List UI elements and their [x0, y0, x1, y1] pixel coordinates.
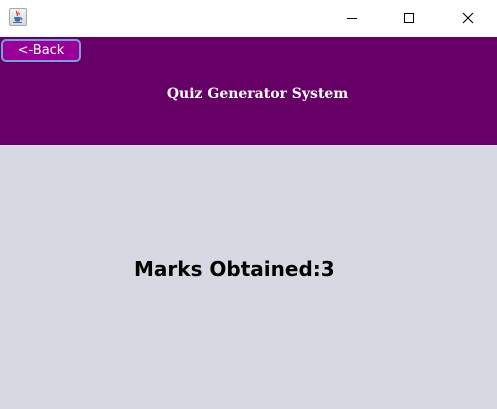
page-title: Quiz Generator System: [166, 86, 349, 102]
java-cup-icon[interactable]: [9, 8, 27, 26]
marks-value: 3: [320, 257, 335, 281]
close-icon: [462, 12, 474, 24]
maximize-button[interactable]: [386, 0, 432, 36]
marks-label: Marks Obtained:: [134, 257, 321, 281]
minimize-icon: [347, 18, 357, 19]
marks-obtained-text: Marks Obtained:3: [134, 257, 335, 281]
header-panel: <-Back Quiz Generator System: [0, 37, 497, 145]
title-bar: [0, 0, 497, 37]
maximize-icon: [404, 13, 414, 23]
result-panel: Marks Obtained:3: [0, 145, 497, 409]
minimize-button[interactable]: [329, 0, 375, 36]
close-button[interactable]: [445, 0, 491, 36]
back-button[interactable]: <-Back: [1, 39, 81, 62]
